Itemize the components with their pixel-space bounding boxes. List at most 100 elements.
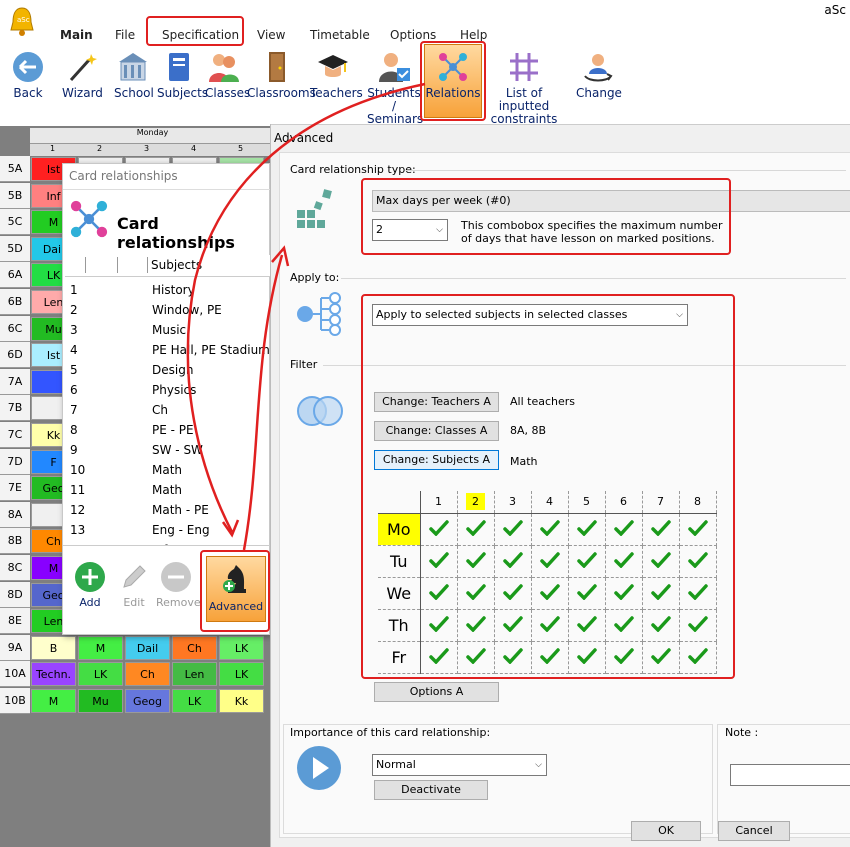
lesson-card[interactable]: M: [31, 689, 76, 713]
school-building-icon: [119, 53, 147, 81]
lesson-card[interactable]: LK: [78, 662, 123, 687]
menu-help[interactable]: Help: [460, 28, 487, 42]
relationship-row[interactable]: 10 Math: [65, 460, 271, 480]
class-label[interactable]: 7D: [0, 448, 30, 475]
menu-main[interactable]: Main: [60, 28, 93, 42]
lesson-card[interactable]: Kk: [219, 689, 264, 713]
lesson-card[interactable]: Dail: [125, 635, 170, 660]
menu-view[interactable]: View: [257, 28, 285, 42]
edit-button[interactable]: Edit: [116, 561, 152, 609]
back-button[interactable]: Back: [10, 50, 46, 100]
pencil-icon: [123, 565, 146, 588]
class-label[interactable]: 6A: [0, 262, 30, 289]
class-label[interactable]: 10A: [0, 661, 30, 688]
lesson-card[interactable]: Ch: [125, 662, 170, 687]
class-label[interactable]: 5D: [0, 235, 30, 262]
relationship-row[interactable]: 11 Math: [65, 480, 271, 500]
cancel-button[interactable]: Cancel: [718, 821, 790, 841]
relationship-row[interactable]: 3 Music: [65, 320, 271, 340]
lesson-card[interactable]: Techn.: [31, 662, 76, 687]
filter-highlight: [361, 294, 735, 679]
lesson-card[interactable]: Ch: [172, 635, 217, 660]
relationship-row[interactable]: 4 PE Hall, PE Stadium: [65, 340, 271, 360]
menu-timetable[interactable]: Timetable: [310, 28, 370, 42]
grid-header: Subjects: [65, 255, 271, 277]
list-constraints-button[interactable]: List of inputted constraints: [484, 50, 564, 126]
lesson-card[interactable]: B: [31, 635, 76, 660]
class-label[interactable]: 5B: [0, 182, 30, 209]
relations-highlight: [420, 41, 486, 121]
lesson-card[interactable]: Geog: [125, 689, 170, 713]
magic-wand-icon: [69, 54, 97, 82]
column-header-subjects[interactable]: Subjects: [151, 258, 202, 272]
relationship-row[interactable]: 9 SW - SW: [65, 440, 271, 460]
importance-group: [283, 724, 713, 834]
class-label[interactable]: 6D: [0, 342, 30, 369]
col-divider: [117, 257, 118, 273]
relationship-row[interactable]: 13 Eng - Eng: [65, 520, 271, 540]
period-label: 2: [97, 144, 103, 153]
class-label[interactable]: 9A: [0, 634, 30, 661]
lesson-card[interactable]: Mu: [78, 689, 123, 713]
class-label[interactable]: 7E: [0, 475, 30, 502]
relationship-row[interactable]: 6 Physics: [65, 380, 271, 400]
door-icon: [269, 52, 285, 82]
advanced-highlight: [200, 550, 270, 632]
menu-file[interactable]: File: [115, 28, 135, 42]
class-label[interactable]: 8E: [0, 608, 30, 635]
row-number: 13: [70, 523, 86, 537]
timetable-row: 10A Techn. LK Ch Len LK: [0, 661, 275, 688]
play-icon: [297, 746, 341, 790]
lesson-card[interactable]: M: [78, 635, 123, 660]
class-label[interactable]: 8C: [0, 555, 30, 581]
class-label[interactable]: 6C: [0, 315, 30, 342]
class-label[interactable]: 7C: [0, 422, 30, 448]
row-subjects: Physics: [152, 383, 197, 397]
class-label[interactable]: 8D: [0, 581, 30, 608]
class-label[interactable]: 5A: [0, 156, 30, 182]
row-number: 2: [70, 303, 78, 317]
add-button[interactable]: Add: [72, 561, 108, 609]
divider: [63, 545, 271, 546]
change-button[interactable]: Change: [576, 50, 622, 100]
note-input[interactable]: [730, 764, 850, 786]
period-label: 1: [50, 144, 56, 153]
classes-button[interactable]: Classes: [205, 50, 250, 100]
classrooms-button[interactable]: Classrooms: [247, 50, 316, 100]
class-label[interactable]: 7B: [0, 395, 30, 422]
school-button[interactable]: School: [114, 50, 154, 100]
row-subjects: Math - PE: [152, 503, 209, 517]
ok-button[interactable]: OK: [631, 821, 701, 841]
class-label[interactable]: 7A: [0, 368, 30, 395]
class-label[interactable]: 5C: [0, 209, 30, 236]
dialog-title: Advanced: [274, 131, 334, 145]
class-label[interactable]: 8A: [0, 501, 30, 528]
app-bell-icon[interactable]: aSc: [8, 6, 36, 36]
row-number: 11: [70, 483, 86, 497]
relationship-row[interactable]: 1 History: [65, 280, 271, 300]
lesson-card[interactable]: LK: [219, 662, 264, 687]
row-number: 3: [70, 323, 78, 337]
relationship-row[interactable]: 2 Window, PE: [65, 300, 271, 320]
remove-button[interactable]: Remove: [156, 561, 201, 609]
relationship-row[interactable]: 12 Math - PE: [65, 500, 271, 520]
class-label[interactable]: 8B: [0, 528, 30, 555]
wizard-button[interactable]: Wizard: [62, 50, 103, 100]
class-label[interactable]: 6B: [0, 289, 30, 315]
lesson-card[interactable]: Len: [172, 662, 217, 687]
relationship-row[interactable]: 8 PE - PE: [65, 420, 271, 440]
students-seminars-button[interactable]: Students / Seminars: [367, 50, 423, 126]
students-icon: [209, 54, 239, 82]
class-label[interactable]: 10B: [0, 688, 30, 714]
importance-select[interactable]: Normal ⌵: [372, 754, 547, 776]
menu-options[interactable]: Options: [390, 28, 436, 42]
relationship-row[interactable]: 5 Design: [65, 360, 271, 380]
relationship-row[interactable]: 7 Ch: [65, 400, 271, 420]
row-subjects: Math: [152, 463, 183, 477]
lesson-card[interactable]: LK: [219, 635, 264, 660]
teachers-button[interactable]: Teachers: [310, 50, 363, 100]
lesson-card[interactable]: LK: [172, 689, 217, 713]
deactivate-button[interactable]: Deactivate: [374, 780, 488, 800]
subjects-button[interactable]: Subjects: [157, 50, 208, 100]
options-button[interactable]: Options A: [374, 682, 499, 702]
